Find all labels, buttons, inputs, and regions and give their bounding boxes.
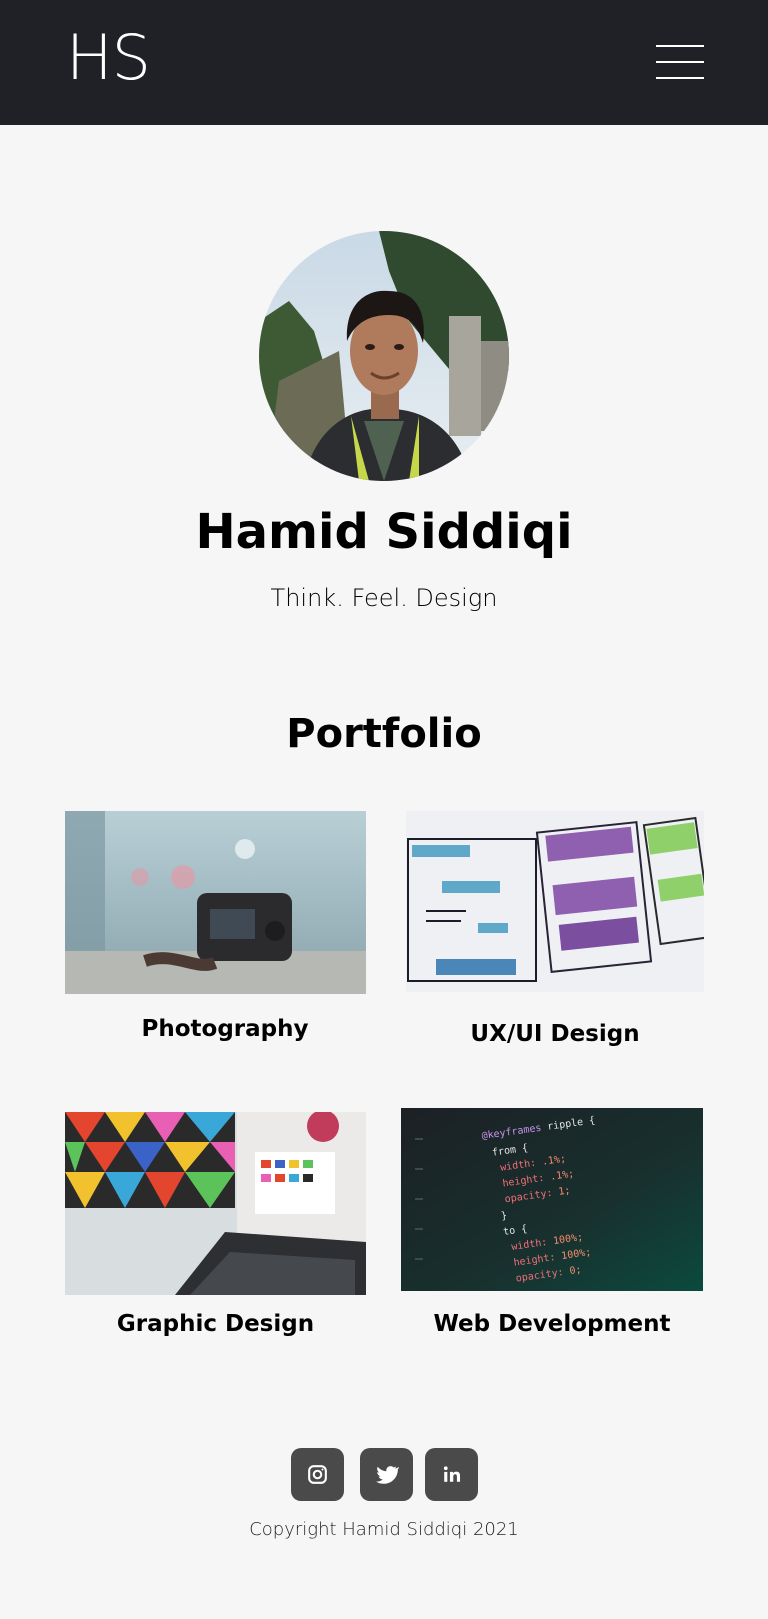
linkedin-button[interactable] [425,1448,478,1501]
portfolio-card-web-development[interactable]: @keyframes ripple { from { width: .1%; h… [401,1108,703,1348]
twitter-icon [376,1466,399,1484]
instagram-icon [308,1465,327,1484]
graphic-design-image [65,1112,366,1295]
instagram-button[interactable] [291,1448,344,1501]
linkedin-icon [443,1466,461,1482]
portfolio-label-web-development: Web Development [433,1311,671,1337]
site-header: HS [0,0,768,125]
profile-tagline: Think. Feel. Design [270,584,498,612]
portfolio-title: Portfolio [286,711,482,757]
portfolio-card-graphic-design[interactable]: Graphic Design [65,1112,366,1347]
profile-avatar [259,231,509,481]
portfolio-card-ux-ui[interactable]: UX/UI Design [406,811,704,1056]
twitter-button[interactable] [360,1448,413,1501]
portfolio-label-graphic-design: Graphic Design [116,1311,315,1337]
portfolio-card-photography[interactable]: Photography [65,811,366,1051]
hamburger-menu-icon[interactable] [656,45,704,79]
portfolio-label-photography: Photography [141,1016,309,1042]
ux-ui-image [406,811,704,992]
photography-image [65,811,366,994]
web-development-image: @keyframes ripple { from { width: .1%; h… [401,1108,703,1291]
site-logo[interactable]: HS [66,22,151,94]
copyright-text: Copyright Hamid Siddiqi 2021 [249,1519,519,1540]
profile-name: Hamid Siddiqi [195,504,573,560]
portfolio-label-ux-ui: UX/UI Design [470,1021,640,1047]
